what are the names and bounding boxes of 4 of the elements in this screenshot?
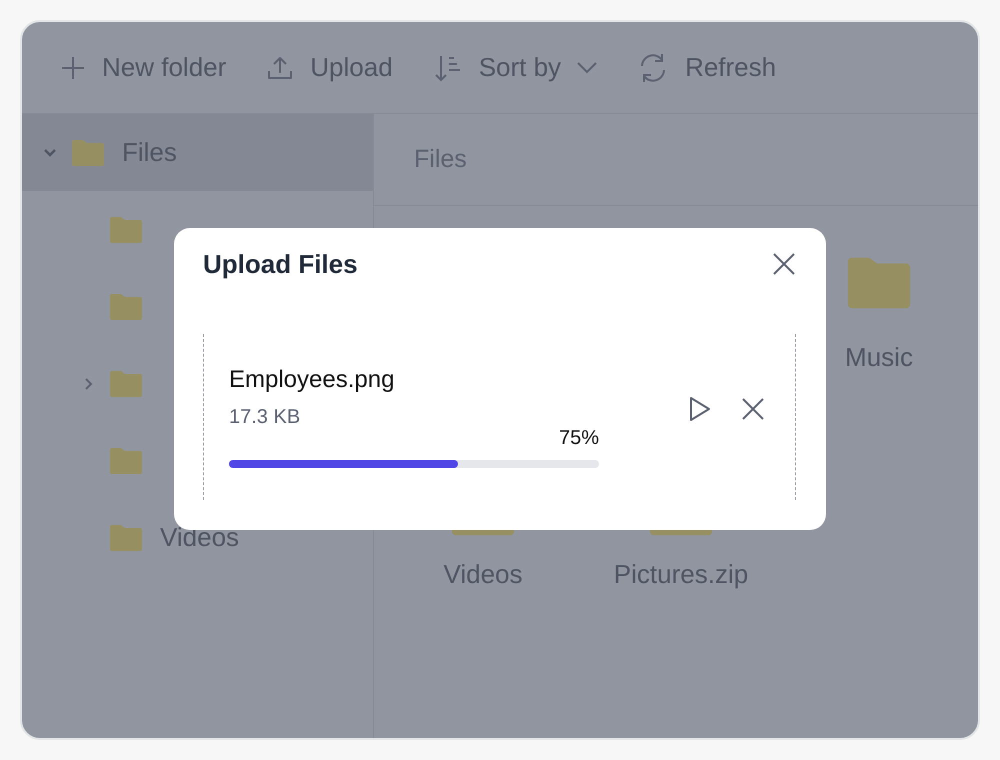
file-size: 17.3 KB xyxy=(229,406,302,429)
dialog-title: Upload Files xyxy=(203,248,358,280)
progress-percent: 75% xyxy=(558,427,599,450)
file-name: Employees.png xyxy=(229,366,396,394)
